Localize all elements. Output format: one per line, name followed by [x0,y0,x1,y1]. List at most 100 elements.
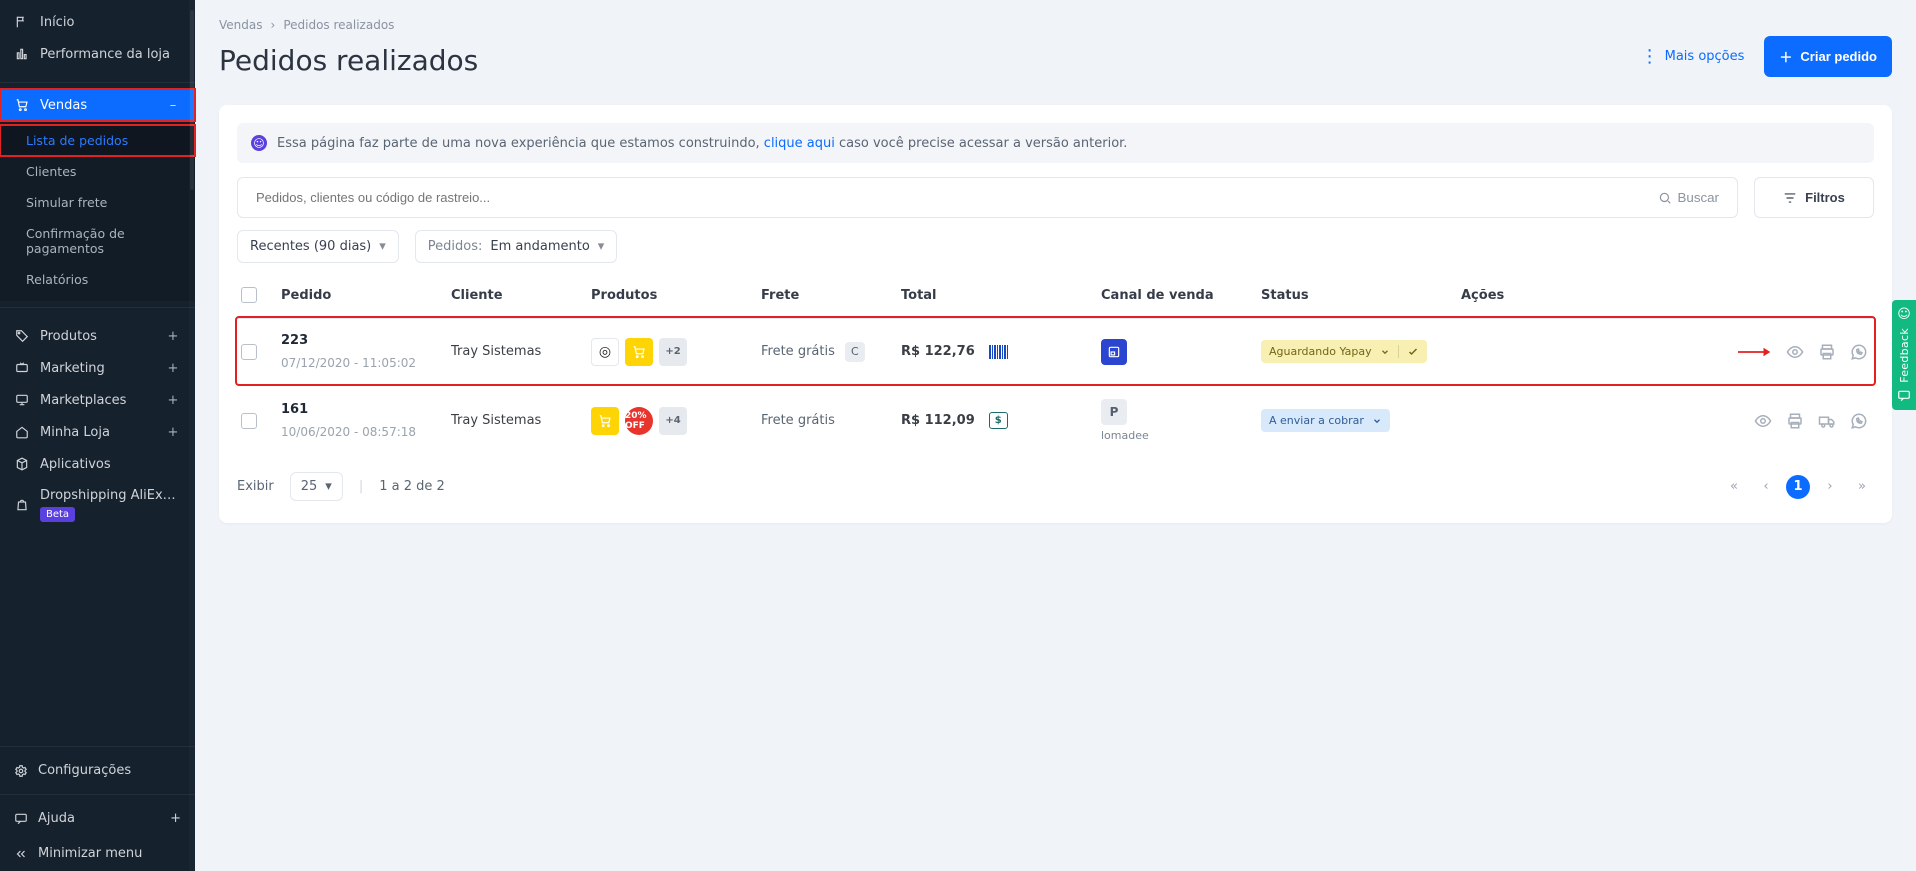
search-input[interactable] [250,178,1652,217]
sidebar-item-relatorios[interactable]: Relatórios [0,264,195,295]
chevron-down-icon: ▾ [379,239,386,254]
whatsapp-icon[interactable] [1848,341,1870,363]
sidebar-item-simular-frete[interactable]: Simular frete [0,187,195,218]
pager: « ‹ 1 › » [1722,475,1874,499]
order-datetime: 10/06/2020 - 08:57:18 [281,425,416,439]
nav-performance[interactable]: Performance da loja [0,38,195,70]
product-thumb[interactable]: ◎ [591,338,619,366]
chevrons-left-icon [14,847,28,861]
nav-item-label: Marketing [40,361,155,376]
per-page-value: 25 [301,479,318,494]
col-frete: Frete [761,288,901,303]
order-datetime: 07/12/2020 - 11:05:02 [281,356,416,370]
print-icon[interactable] [1816,341,1838,363]
orders-table: Pedido Cliente Produtos Frete Total Cana… [237,273,1874,456]
search-input-wrapper: Buscar [237,177,1738,218]
expand-icon: + [165,329,181,344]
nav-item-label: Minha Loja [40,425,155,440]
cliente-name: Tray Sistemas [451,344,541,359]
status-badge[interactable]: A enviar a cobrar [1261,409,1390,432]
flag-icon [14,14,30,30]
truck-icon[interactable] [1816,410,1838,432]
sidebar-item-confirmacao[interactable]: Confirmação de pagamentos [0,218,195,264]
order-id: 223 [281,333,308,348]
sidebar-item-label: Lista de pedidos [26,133,128,148]
status-label: Aguardando Yapay [1269,345,1372,358]
nav-ajuda[interactable]: Ajuda + [0,801,195,836]
whatsapp-icon[interactable] [1848,410,1870,432]
plus-icon: ＋ [1779,47,1792,66]
nav-produtos[interactable]: Produtos + [0,320,195,352]
product-more-badge[interactable]: +4 [659,407,687,435]
alert-link[interactable]: clique aqui [764,136,835,151]
sidebar-item-label: Relatórios [26,272,88,287]
orders-status-select[interactable]: Pedidos: Em andamento ▾ [415,230,618,263]
table-row[interactable]: 223 07/12/2020 - 11:05:02 Tray Sistemas … [237,318,1874,384]
sidebar-item-clientes[interactable]: Clientes [0,156,195,187]
cliente-name: Tray Sistemas [451,413,541,428]
feedback-label: Feedback [1898,328,1911,383]
total-value: R$ 112,09 [901,413,975,428]
product-thumb[interactable]: 20% OFF [625,407,653,435]
breadcrumb-current: Pedidos realizados [283,18,394,32]
row-checkbox[interactable] [241,344,257,360]
table-row[interactable]: 161 10/06/2020 - 08:57:18 Tray Sistemas … [237,384,1874,456]
period-select[interactable]: Recentes (90 dias) ▾ [237,230,399,263]
product-thumb[interactable] [591,407,619,435]
smile-icon: ☺ [251,135,267,151]
sidebar-scrollbar[interactable] [189,0,195,871]
feedback-tab[interactable]: ☺ Feedback [1892,300,1916,410]
nav-dropshipping[interactable]: Dropshipping AliExpress Beta [0,480,195,530]
sidebar-item-lista-de-pedidos[interactable]: Lista de pedidos [0,125,195,156]
create-order-button[interactable]: ＋ Criar pedido [1764,36,1892,77]
print-icon[interactable] [1784,410,1806,432]
nav-vendas[interactable]: Vendas – [0,89,195,121]
per-page-select[interactable]: 25 ▾ [290,472,343,501]
product-more-badge[interactable]: +2 [659,338,687,366]
nav-item-label: Aplicativos [40,457,181,472]
select-all-checkbox[interactable] [241,287,257,303]
orders-select-prefix: Pedidos: [428,239,483,254]
range-text: 1 a 2 de 2 [379,479,445,494]
frete-label: Frete grátis [761,413,835,428]
alert-text-pre: Essa página faz parte de uma nova experi… [277,136,764,151]
table-footer: Exibir 25 ▾ | 1 a 2 de 2 « ‹ 1 › » [237,472,1874,501]
order-id: 161 [281,402,308,417]
nav-minimizar[interactable]: Minimizar menu [0,836,195,871]
nav-item-label: Marketplaces [40,393,155,408]
pager-prev[interactable]: ‹ [1754,475,1778,499]
row-checkbox[interactable] [241,413,257,429]
expand-icon: + [170,811,181,826]
pager-next[interactable]: › [1818,475,1842,499]
status-label: A enviar a cobrar [1269,414,1364,427]
nav-inicio[interactable]: Início [0,6,195,38]
nav-configuracoes[interactable]: Configurações [0,753,195,788]
product-thumb[interactable] [625,338,653,366]
filters-button[interactable]: Filtros [1754,177,1874,218]
col-acoes: Ações [1461,288,1870,303]
canal-label: lomadee [1101,429,1149,442]
nav-minha-loja[interactable]: Minha Loja + [0,416,195,448]
pager-page[interactable]: 1 [1786,475,1810,499]
view-icon[interactable] [1784,341,1806,363]
search-button[interactable]: Buscar [1652,182,1725,213]
col-canal: Canal de venda [1101,288,1261,303]
view-icon[interactable] [1752,410,1774,432]
expand-icon: + [165,425,181,440]
breadcrumb: Vendas › Pedidos realizados [219,18,1892,32]
pager-last[interactable]: » [1850,475,1874,499]
more-options-button[interactable]: ⋮ Mais opções [1641,49,1745,64]
nav-marketing[interactable]: Marketing + [0,352,195,384]
breadcrumb-root[interactable]: Vendas [219,18,263,32]
status-badge[interactable]: Aguardando Yapay [1261,340,1427,363]
total-value: R$ 122,76 [901,344,975,359]
nav-marketplaces[interactable]: Marketplaces + [0,384,195,416]
sidebar-item-label: Clientes [26,164,76,179]
expand-icon: + [165,361,181,376]
box-icon [14,456,30,472]
nav-item-label: Performance da loja [40,47,181,62]
nav-item-label: Produtos [40,329,155,344]
money-icon: $ [989,412,1008,429]
pager-first[interactable]: « [1722,475,1746,499]
nav-aplicativos[interactable]: Aplicativos [0,448,195,480]
